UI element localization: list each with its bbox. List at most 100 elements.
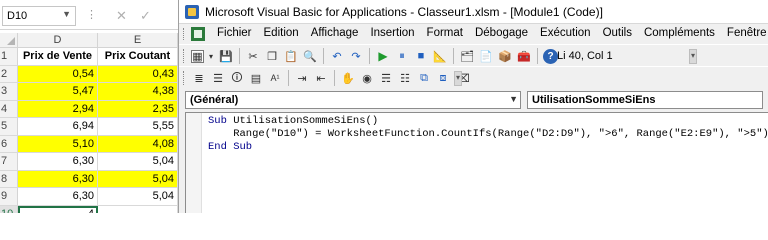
cell-e2[interactable]: 0,43: [98, 65, 178, 82]
reset-icon[interactable]: ■: [413, 48, 429, 64]
menu-items: Fichier Edition Affichage Insertion Format Dé…: [211, 27, 768, 39]
chevron-down-icon[interactable]: ▼: [62, 9, 71, 19]
row-header[interactable]: 8: [0, 170, 18, 187]
row-header[interactable]: 9: [0, 188, 18, 205]
confirm-icon[interactable]: ✓: [140, 8, 151, 24]
toolbar-options-icon[interactable]: ▾: [454, 71, 462, 86]
cell-d3[interactable]: 5,47: [18, 83, 98, 100]
code-margin[interactable]: [186, 113, 202, 213]
table-row: 2 0,54 0,43: [0, 65, 178, 83]
menu-item[interactable]: Outils: [597, 27, 638, 39]
indent-icon[interactable]: ⇥: [294, 70, 310, 86]
name-box[interactable]: D10 ▼: [2, 6, 76, 26]
cell-e9[interactable]: 5,04: [98, 188, 178, 205]
row-header[interactable]: 5: [0, 118, 18, 135]
column-header-e[interactable]: E: [98, 33, 178, 47]
cell-e10[interactable]: [98, 205, 178, 213]
cell-d2[interactable]: 0,54: [18, 65, 98, 82]
project-explorer-icon[interactable]: 🗂: [459, 48, 475, 64]
outdent-icon[interactable]: ⇤: [313, 70, 329, 86]
menu-item[interactable]: Format: [421, 27, 469, 39]
properties-window-icon[interactable]: 📄: [478, 48, 494, 64]
code-line[interactable]: Sub UtilisationSommeSiEns(): [208, 115, 768, 128]
cell-d4[interactable]: 2,94: [18, 100, 98, 117]
row-header[interactable]: 1: [0, 48, 18, 65]
menu-item[interactable]: Débogage: [469, 27, 534, 39]
previous-bookmark-icon[interactable]: ⧈: [435, 70, 451, 86]
uncomment-block-icon[interactable]: ☴: [378, 70, 394, 86]
comment-block-icon[interactable]: ◉: [359, 70, 375, 86]
screen: D10 ▼ ⋮ ✕ ✓ D E 1 Prix de Vente Prix Couta…: [0, 0, 768, 213]
chevron-down-icon[interactable]: ▾: [207, 48, 215, 64]
object-browser-icon[interactable]: 📦: [497, 48, 513, 64]
menu-item[interactable]: Insertion: [364, 27, 420, 39]
cell-d8[interactable]: 6,30: [18, 170, 98, 187]
toolbar-grip-icon[interactable]: [183, 71, 186, 85]
save-icon[interactable]: 💾: [218, 48, 234, 64]
object-combo[interactable]: (Général) ▼: [185, 91, 521, 109]
cell-d5[interactable]: 6,94: [18, 118, 98, 135]
menu-item[interactable]: Exécution: [534, 27, 597, 39]
redo-icon[interactable]: ↷: [348, 48, 364, 64]
chevron-down-icon[interactable]: ▼: [509, 93, 518, 105]
code-line[interactable]: Range("D10") = WorksheetFunction.CountIf…: [208, 128, 768, 141]
cell-d6[interactable]: 5,10: [18, 135, 98, 152]
cell-e5[interactable]: 5,55: [98, 118, 178, 135]
toggle-bookmark-icon[interactable]: ☷: [397, 70, 413, 86]
design-mode-icon[interactable]: 📐: [432, 48, 448, 64]
cell-d10[interactable]: 4: [18, 205, 98, 213]
cell-e3[interactable]: 4,38: [98, 83, 178, 100]
code-window-header: (Général) ▼ UtilisationSommeSiEns: [179, 90, 768, 112]
break-icon[interactable]: ⏸: [394, 48, 410, 64]
row-header[interactable]: 10: [0, 205, 18, 213]
cell-d1[interactable]: Prix de Vente: [18, 48, 98, 65]
cell-e7[interactable]: 5,04: [98, 153, 178, 170]
column-header-d[interactable]: D: [18, 33, 98, 47]
excel-view-icon[interactable]: [191, 27, 205, 41]
list-properties-icon[interactable]: ≣: [191, 70, 207, 86]
menu-item[interactable]: Edition: [258, 27, 305, 39]
cell-d9[interactable]: 6,30: [18, 188, 98, 205]
next-bookmark-icon[interactable]: ⧉: [416, 70, 432, 86]
formula-bar-grip-icon[interactable]: ⋮: [86, 8, 98, 21]
cancel-icon[interactable]: ✕: [116, 8, 127, 24]
row-header[interactable]: 4: [0, 100, 18, 117]
menu-item[interactable]: Fenêtre: [721, 27, 768, 39]
procedure-combo[interactable]: UtilisationSommeSiEns: [527, 91, 763, 109]
row-header[interactable]: 3: [0, 83, 18, 100]
undo-icon[interactable]: ↶: [329, 48, 345, 64]
cell-e6[interactable]: 4,08: [98, 135, 178, 152]
cell-d7[interactable]: 6,30: [18, 153, 98, 170]
menu-item[interactable]: Compléments: [638, 27, 721, 39]
menu-item[interactable]: Affichage: [305, 27, 365, 39]
select-all-corner[interactable]: [0, 33, 18, 47]
quick-info-icon[interactable]: 🛈: [229, 70, 245, 86]
run-icon[interactable]: ▶: [375, 48, 391, 64]
toolbar-options-icon[interactable]: ▾: [689, 49, 697, 64]
complete-word-icon[interactable]: A¹: [267, 70, 283, 86]
cell-e4[interactable]: 2,35: [98, 100, 178, 117]
toolbar-grip-icon[interactable]: [183, 49, 186, 63]
paste-icon[interactable]: 📋: [283, 48, 299, 64]
cut-icon[interactable]: ✂: [245, 48, 261, 64]
menu-item[interactable]: Fichier: [211, 27, 258, 39]
list-constants-icon[interactable]: ☰: [210, 70, 226, 86]
toolbox-icon[interactable]: 🧰: [516, 48, 532, 64]
code-text[interactable]: Sub UtilisationSommeSiEns() Range("D10")…: [208, 115, 768, 154]
row-header[interactable]: 2: [0, 65, 18, 82]
toggle-breakpoint-icon[interactable]: ✋: [340, 70, 356, 86]
cell-e1[interactable]: Prix Coutant: [98, 48, 178, 65]
window-title: Microsoft Visual Basic for Applications …: [205, 5, 603, 19]
row-header[interactable]: 7: [0, 153, 18, 170]
toolbar-separator: [453, 48, 454, 64]
toolbar-separator: [334, 70, 335, 86]
find-icon[interactable]: 🔍: [302, 48, 318, 64]
row-header[interactable]: 6: [0, 135, 18, 152]
menu-grip-icon[interactable]: [183, 28, 186, 40]
code-line[interactable]: End Sub: [208, 141, 768, 154]
insert-userform-icon[interactable]: ▦: [191, 49, 204, 63]
copy-icon[interactable]: ❐: [264, 48, 280, 64]
cell-e8[interactable]: 5,04: [98, 170, 178, 187]
code-editor[interactable]: Sub UtilisationSommeSiEns() Range("D10")…: [185, 112, 768, 213]
parameter-info-icon[interactable]: ▤: [248, 70, 264, 86]
